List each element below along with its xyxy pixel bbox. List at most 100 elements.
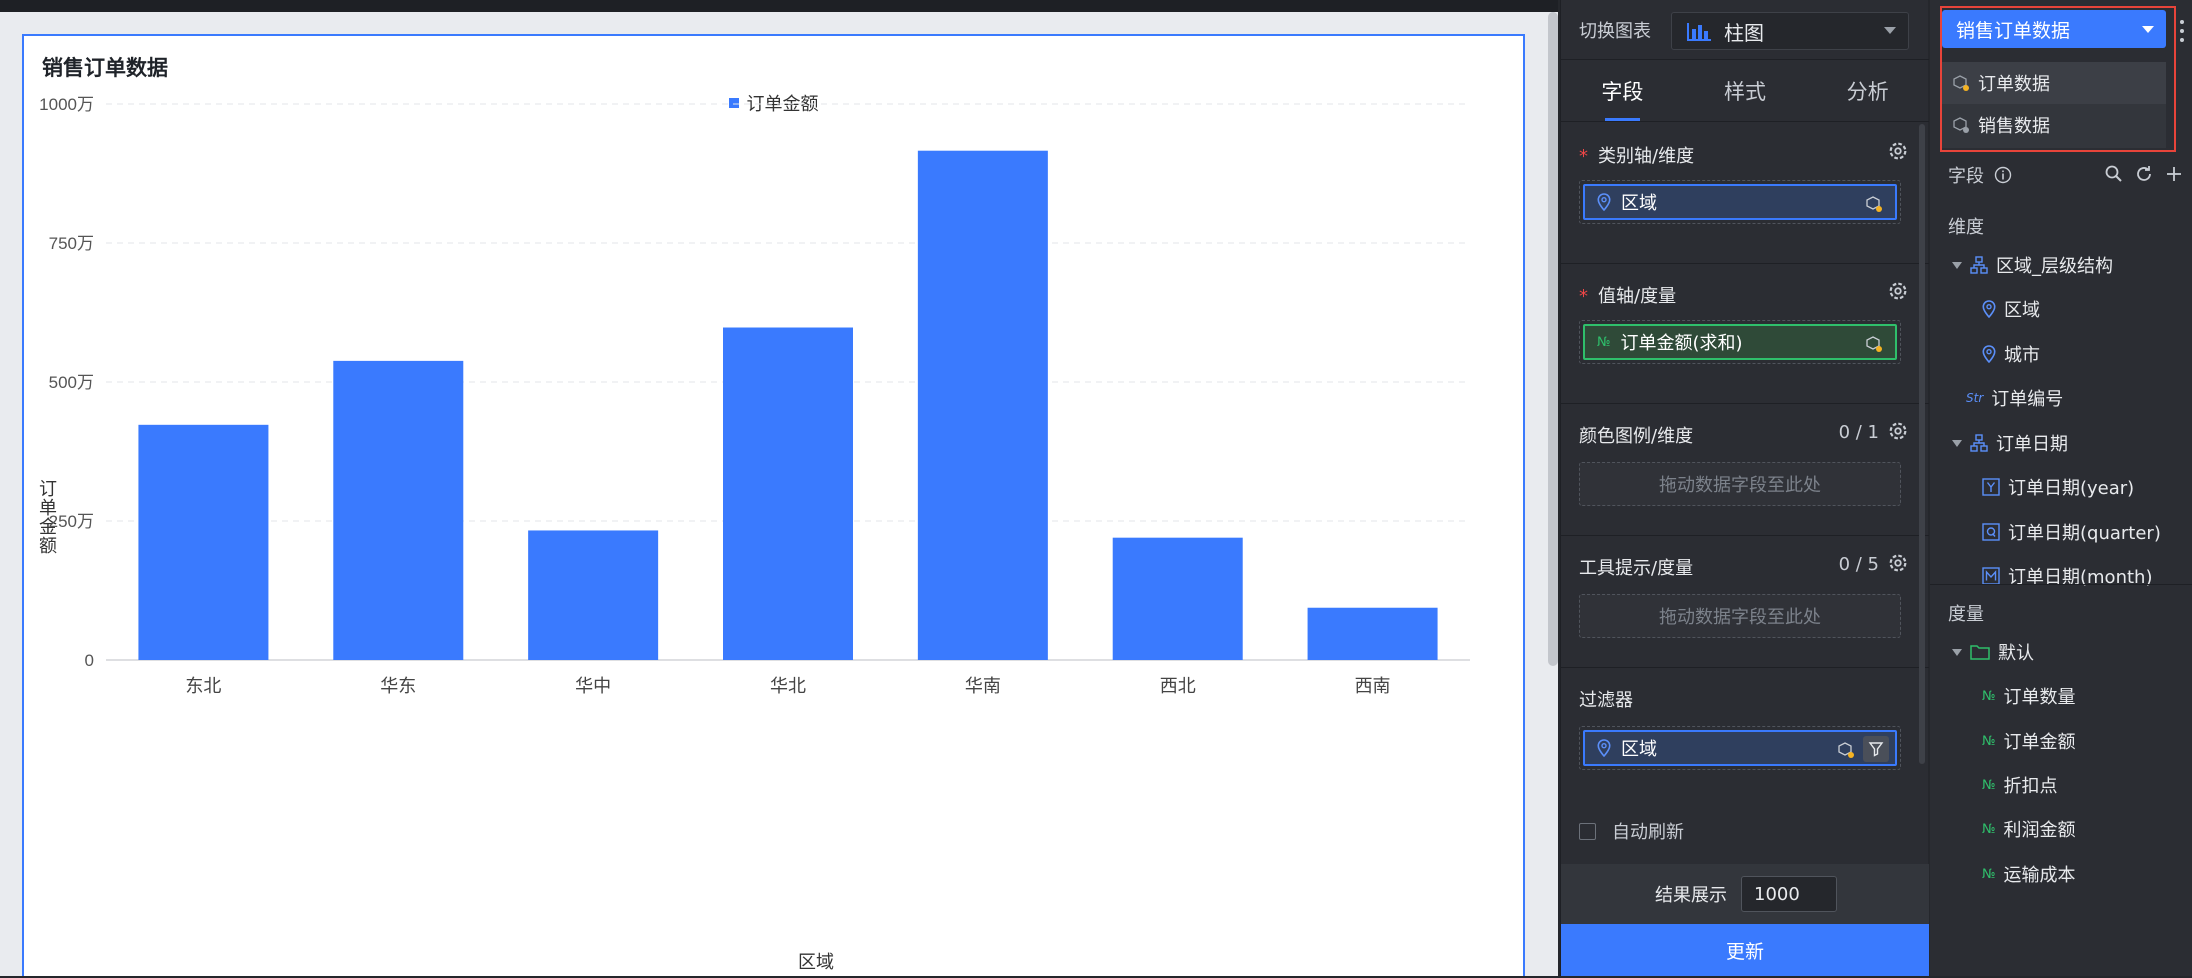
number-icon: № <box>1597 334 1611 350</box>
tree-item-label: 默认 <box>1998 643 2034 664</box>
search-icon[interactable] <box>2104 164 2124 184</box>
bar-chart: 0 250万 500万 750万 1000万东北 华东 华中 华北 华南 西北 西南 <box>39 95 1470 696</box>
dataset-highlight-box <box>1940 6 2176 152</box>
x-tick-label: 华中 <box>575 676 611 696</box>
auto-refresh-checkbox[interactable] <box>1579 822 1596 840</box>
result-count-input[interactable] <box>1741 876 1837 912</box>
add-icon[interactable] <box>2164 164 2184 184</box>
y-tick-label: 750万 <box>49 234 94 253</box>
y-tick-label: 1000万 <box>39 95 94 114</box>
tree-item-label: 订单金额 <box>2003 732 2076 753</box>
tree-item-label: 折扣点 <box>2003 776 2058 797</box>
switch-chart-label: 切换图表 <box>1579 20 1651 42</box>
y-tick-label: 250万 <box>49 512 94 531</box>
field-pill-region[interactable]: 区域 <box>1583 184 1897 220</box>
result-label: 结果展示 <box>1655 885 1727 906</box>
dataset-icon <box>1866 196 1882 212</box>
color-legend-title: 颜色图例/维度 <box>1579 426 1694 447</box>
canvas-scrollbar[interactable] <box>1548 12 1558 666</box>
number-icon: № <box>1982 733 1996 749</box>
number-icon: № <box>1982 688 1996 704</box>
chart-card[interactable]: 销售订单数据 订单金额 订单金额 0 250万 500万 750万 1000万 东北 华东华… <box>22 34 1525 976</box>
tree-item-label: 订单日期(quarter) <box>2008 523 2161 544</box>
tree-item-label: 区域 <box>2004 300 2040 321</box>
tree-item-city[interactable]: 城市 <box>1982 339 2040 369</box>
required-mark: * <box>1579 286 1588 307</box>
filter-dropzone[interactable]: 区域 <box>1579 726 1901 770</box>
x-tick-label: 西北 <box>1160 676 1196 696</box>
more-icon[interactable] <box>2180 20 2184 42</box>
tree-item-label: 订单编号 <box>1991 389 2064 410</box>
category-axis-title: 类别轴/维度 <box>1598 146 1695 167</box>
chart-type-value: 柱图 <box>1724 20 1764 45</box>
number-icon: № <box>1982 777 1996 793</box>
field-pill-order-amount[interactable]: № 订单金额(求和) <box>1583 324 1897 360</box>
x-tick-label: 华南 <box>965 676 1001 696</box>
hierarchy-icon <box>1970 256 1988 274</box>
tree-item-label: 订单日期 <box>1996 434 2068 455</box>
tree-item-label: 城市 <box>2004 345 2040 366</box>
tab-analysis[interactable]: 分析 <box>1806 60 1929 121</box>
tree-item-measure[interactable]: № 运输成本 <box>1982 859 2076 889</box>
tree-item-region[interactable]: 区域 <box>1982 294 2040 324</box>
chart-type-select[interactable]: 柱图 <box>1671 12 1909 50</box>
filter-pill-label: 区域 <box>1621 739 1657 760</box>
color-legend-dropzone[interactable]: 拖动数据字段至此处 <box>1579 462 1901 506</box>
hierarchy-icon <box>1970 434 1988 452</box>
location-icon <box>1597 193 1611 211</box>
x-tick-label: 华东 <box>380 676 416 696</box>
category-axis-dropzone[interactable]: 区域 <box>1579 180 1901 224</box>
caret-down-icon <box>1952 439 1962 447</box>
tree-item-order-date-month[interactable]: 订单日期(month) <box>1982 561 2152 591</box>
gear-icon[interactable] <box>1887 140 1909 162</box>
year-icon <box>1982 478 2000 496</box>
dashboard-canvas: 销售订单数据 订单金额 订单金额 0 250万 500万 750万 1000万 东北 华东华… <box>0 12 1558 976</box>
tree-item-label: 区域_层级结构 <box>1996 256 2113 277</box>
top-bar <box>0 0 1558 12</box>
tooltip-dropzone[interactable]: 拖动数据字段至此处 <box>1579 594 1901 638</box>
filter-icon[interactable] <box>1863 736 1889 762</box>
folder-icon <box>1970 645 1990 660</box>
color-legend-section: 颜色图例/维度 0 / 1 拖动数据字段至此处 <box>1561 404 1929 536</box>
bar <box>723 327 853 660</box>
bar <box>333 360 464 660</box>
fields-label: 字段 <box>1948 166 1984 187</box>
tree-item-order-date-quarter[interactable]: 订单日期(quarter) <box>1982 517 2161 547</box>
string-icon: Str <box>1966 391 1984 405</box>
location-icon <box>1597 739 1611 757</box>
update-button[interactable]: 更新 <box>1561 924 1929 976</box>
field-pill-label: 订单金额(求和) <box>1620 333 1743 354</box>
tree-item-label: 订单数量 <box>2003 687 2076 708</box>
category-axis-section: * 类别轴/维度 区域 <box>1561 124 1929 264</box>
tree-item-measure[interactable]: № 利润金额 <box>1982 814 2076 844</box>
x-tick-label: 东北 <box>185 676 221 696</box>
tab-style[interactable]: 样式 <box>1684 60 1807 121</box>
gear-icon[interactable] <box>1887 280 1909 302</box>
filter-pill-region[interactable]: 区域 <box>1583 730 1897 766</box>
bar <box>1112 537 1243 660</box>
gear-icon[interactable] <box>1887 420 1909 442</box>
refresh-icon[interactable] <box>2134 164 2154 184</box>
filter-title: 过滤器 <box>1579 690 1633 711</box>
tree-item-measure[interactable]: № 订单数量 <box>1982 681 2076 711</box>
tree-item-measure[interactable]: № 折扣点 <box>1982 770 2058 800</box>
chart-config-panel: 切换图表 柱图 字段 样式 分析 * 类别轴/维度 区域 * 值轴/度量 № 订… <box>1560 0 1929 976</box>
dataset-icon <box>1866 336 1882 352</box>
config-scrollbar[interactable] <box>1919 124 1925 764</box>
info-icon[interactable] <box>1994 166 2012 184</box>
tree-item-order-id[interactable]: Str 订单编号 <box>1966 383 2063 413</box>
tree-item-measure[interactable]: № 订单金额 <box>1982 726 2076 756</box>
color-legend-count: 0 / 1 <box>1838 422 1879 443</box>
config-tabs: 字段 样式 分析 <box>1561 60 1929 122</box>
x-tick-label: 华北 <box>770 676 806 696</box>
gear-icon[interactable] <box>1887 552 1909 574</box>
auto-refresh[interactable]: 自动刷新 <box>1579 818 1684 844</box>
tree-item-region-hierarchy[interactable]: 区域_层级结构 <box>1952 250 2113 280</box>
tree-item-label: 利润金额 <box>2003 820 2076 841</box>
tree-item-order-date-year[interactable]: 订单日期(year) <box>1982 472 2134 502</box>
tab-fields[interactable]: 字段 <box>1561 60 1684 121</box>
tree-item-default-folder[interactable]: 默认 <box>1952 637 2034 667</box>
tree-item-order-date[interactable]: 订单日期 <box>1952 428 2068 458</box>
value-axis-dropzone[interactable]: № 订单金额(求和) <box>1579 320 1901 364</box>
quarter-icon <box>1982 523 2000 541</box>
